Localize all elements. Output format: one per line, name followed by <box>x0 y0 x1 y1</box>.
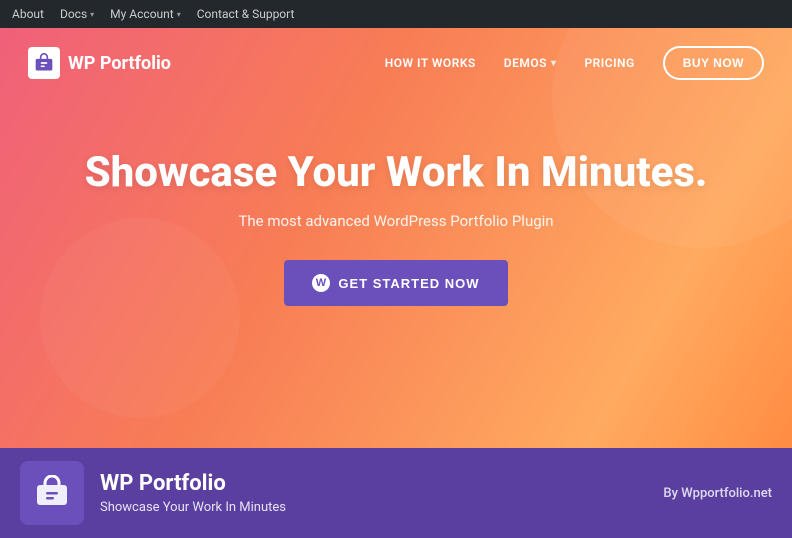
logo-icon <box>28 47 60 79</box>
admin-bar: About Docs ▾ My Account ▾ Contact & Supp… <box>0 0 792 28</box>
plugin-author: By Wpportfolio.net <box>663 486 772 501</box>
docs-chevron-icon: ▾ <box>90 10 94 19</box>
admin-bar-docs[interactable]: Docs ▾ <box>60 7 94 21</box>
logo-text: WP Portfolio <box>68 53 171 74</box>
plugin-info: WP Portfolio Showcase Your Work In Minut… <box>100 471 647 515</box>
plugin-icon-box <box>20 461 84 525</box>
site-logo[interactable]: WP Portfolio <box>28 47 171 79</box>
wp-logo-icon: W <box>312 274 330 292</box>
website-frame: WP Portfolio HOW IT WORKS DEMOS ▾ PRICIN… <box>0 28 792 448</box>
hero-subtitle: The most advanced WordPress Portfolio Pl… <box>238 212 553 230</box>
plugin-name: WP Portfolio <box>100 471 647 496</box>
nav-how-it-works[interactable]: HOW IT WORKS <box>385 56 476 70</box>
my-account-chevron-icon: ▾ <box>177 10 181 19</box>
admin-bar-about[interactable]: About <box>12 7 44 21</box>
nav-demos[interactable]: DEMOS ▾ <box>504 56 557 70</box>
plugin-info-bar: WP Portfolio Showcase Your Work In Minut… <box>0 448 792 538</box>
admin-bar-my-account[interactable]: My Account ▾ <box>110 7 181 21</box>
bg-decoration-2 <box>40 218 240 418</box>
admin-bar-contact[interactable]: Contact & Support <box>197 7 295 21</box>
cta-label: GET STARTED NOW <box>338 276 479 291</box>
plugin-tagline: Showcase Your Work In Minutes <box>100 500 647 515</box>
cta-button[interactable]: W GET STARTED NOW <box>284 260 507 306</box>
